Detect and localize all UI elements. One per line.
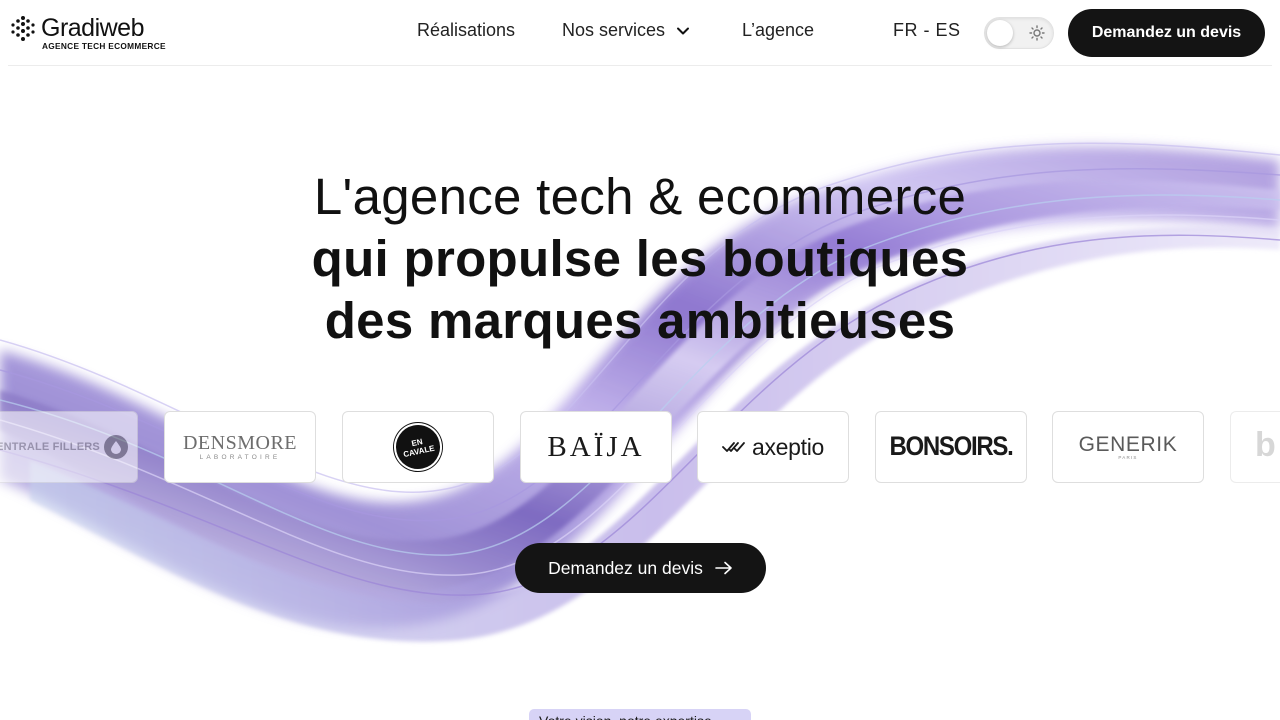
nav-item-label: Nos services — [562, 20, 666, 40]
hero-headline-line-2: qui propulse les boutiques — [311, 230, 969, 287]
client-logo-en-cavale: EN CAVALE — [342, 411, 494, 483]
client-logo-centrale-fillers: ENTRALE FILLERS — [0, 411, 138, 483]
toggle-knob — [987, 20, 1013, 46]
client-logo-baija: BAÏJA — [520, 411, 672, 483]
nav-item-label: L’agence — [742, 20, 815, 40]
gradiweb-logo-icon — [11, 16, 35, 41]
client-logo-strip: ENTRALE FILLERS DENSMORE LABORATOIRE EN … — [0, 411, 1280, 483]
client-logo-generik: GENERIK PARIS — [1052, 411, 1204, 483]
client-name: axeptio — [751, 433, 825, 460]
header-quote-button[interactable]: Demandez un devis — [1068, 9, 1265, 57]
hero-quote-button[interactable]: Demandez un devis — [515, 543, 766, 593]
sun-icon — [1029, 25, 1045, 41]
hero-headline: L'agence tech & ecommerce qui propulse l… — [0, 166, 1280, 352]
nav-item-realisations[interactable]: Réalisations — [417, 20, 515, 41]
arrow-right-icon — [715, 561, 732, 575]
theme-toggle[interactable] — [984, 17, 1054, 49]
client-logo-densmore: DENSMORE LABORATOIRE — [164, 411, 316, 483]
client-name: ENTRALE FILLERS — [0, 441, 100, 453]
client-logo-bonsoirs: BONSOIRS. — [875, 411, 1027, 483]
client-name: b — [1255, 426, 1276, 464]
client-subname: LABORATOIRE — [199, 454, 281, 461]
language-label: FR - ES — [893, 20, 961, 40]
section-label-badge: Votre vision, notre expertise — [529, 709, 751, 720]
brand-logo[interactable]: Gradiweb AGENCE TECH ECOMMERCE — [10, 15, 166, 51]
client-name: BAÏJA — [547, 430, 645, 463]
hero-headline-line-1: L'agence tech & ecommerce — [313, 168, 967, 225]
nav-item-agence[interactable]: L’agence — [742, 20, 814, 41]
client-subname: PARIS — [1118, 454, 1138, 460]
drop-icon — [103, 435, 128, 459]
client-logo-partial: b — [1230, 411, 1280, 483]
hero-quote-button-label: Demandez un devis — [548, 557, 703, 578]
client-logo-axeptio: axeptio — [697, 411, 849, 483]
brand-name: Gradiweb — [41, 14, 144, 42]
client-name: EN CAVALE — [402, 437, 436, 460]
axeptio-check-icon — [722, 442, 745, 452]
en-cavale-badge: EN CAVALE — [389, 418, 447, 476]
page: Gradiweb AGENCE TECH ECOMMERCE Réalisati… — [0, 0, 1280, 720]
client-name: GENERIK — [1078, 432, 1178, 456]
site-header: Gradiweb AGENCE TECH ECOMMERCE Réalisati… — [0, 0, 1280, 66]
hero-headline-line-3: des marques ambitieuses — [324, 292, 956, 349]
header-divider — [8, 65, 1272, 66]
nav-item-label: Réalisations — [417, 20, 516, 40]
client-name: DENSMORE — [182, 432, 297, 454]
client-name: BONSOIRS. — [889, 431, 1014, 462]
chevron-down-icon — [677, 27, 690, 34]
nav-item-services[interactable]: Nos services — [562, 20, 691, 41]
language-switcher[interactable]: FR - ES — [893, 20, 961, 41]
brand-tagline: AGENCE TECH ECOMMERCE — [42, 41, 166, 51]
